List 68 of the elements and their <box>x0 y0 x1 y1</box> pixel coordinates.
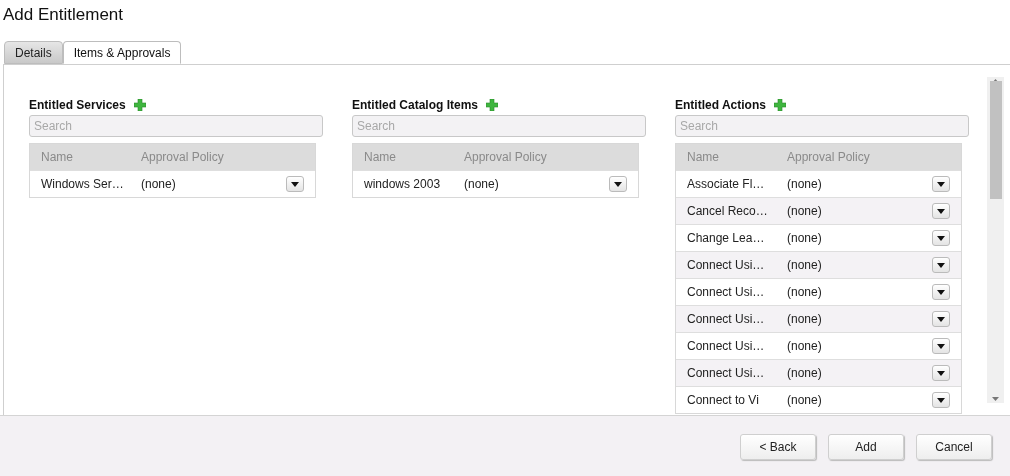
scroll-thumb[interactable] <box>989 81 1002 199</box>
dropdown-button[interactable] <box>932 176 950 192</box>
caret-icon <box>937 262 945 268</box>
table-cell-text: (none) <box>786 257 823 274</box>
caret-icon <box>937 370 945 376</box>
scroll-down-icon[interactable] <box>992 397 999 401</box>
table-cell-text: (none) <box>786 338 823 355</box>
plus-icon[interactable] <box>133 99 146 111</box>
search-field[interactable]: Search <box>29 115 323 137</box>
plus-icon[interactable] <box>486 99 499 111</box>
dropdown-button[interactable] <box>932 257 950 273</box>
column-header: Name <box>363 149 397 166</box>
table-cell-text: Associate Fl… <box>686 176 766 193</box>
caret-icon <box>614 181 622 187</box>
table-cell-text: Connect Usi… <box>686 338 766 355</box>
table-cell-text: Windows Ser… <box>40 176 125 193</box>
scrollbar[interactable] <box>987 77 1004 403</box>
table-cell-text: (none) <box>786 392 823 409</box>
caret-icon <box>937 343 945 349</box>
caret-icon <box>937 181 945 187</box>
plus-icon[interactable] <box>773 99 786 111</box>
section-title: Entitled Catalog Items <box>352 97 479 114</box>
table-cell-text: Connect to Vi <box>686 392 760 409</box>
column-header: Approval Policy <box>786 149 870 166</box>
table-cell-text: Connect Usi… <box>686 257 766 274</box>
table-cell-text: (none) <box>786 176 823 193</box>
dropdown-button[interactable] <box>286 176 304 192</box>
table-cell-text: (none) <box>786 284 823 301</box>
caret-icon <box>291 181 299 187</box>
column-header: Approval Policy <box>463 149 547 166</box>
search-field[interactable]: Search <box>675 115 969 137</box>
table-cell-text: (none) <box>786 230 823 247</box>
caret-icon <box>937 397 945 403</box>
dropdown-button[interactable] <box>932 284 950 300</box>
search-field[interactable]: Search <box>352 115 646 137</box>
section-title: Entitled Services <box>29 97 126 114</box>
window-title: Add Entitlement <box>3 4 124 26</box>
dropdown-button[interactable] <box>609 176 627 192</box>
dropdown-button[interactable] <box>932 365 950 381</box>
table-cell-text: windows 2003 <box>363 176 442 193</box>
dropdown-button[interactable] <box>932 338 950 354</box>
dropdown-button[interactable] <box>932 311 950 327</box>
dropdown-button[interactable] <box>932 230 950 246</box>
table-cell-text: (none) <box>786 311 823 328</box>
caret-icon <box>937 208 945 214</box>
column-header: Name <box>686 149 720 166</box>
column-header: Approval Policy <box>140 149 224 166</box>
tab[interactable]: Items & Approvals <box>62 41 182 64</box>
tab[interactable]: Details <box>4 41 63 64</box>
caret-icon <box>937 316 945 322</box>
column-header: Name <box>40 149 74 166</box>
table-cell-text: (none) <box>463 176 500 193</box>
dropdown-button[interactable] <box>932 203 950 219</box>
table-cell-text: Connect Usi… <box>686 365 766 382</box>
dialog-button[interactable]: Cancel <box>916 434 992 460</box>
caret-icon <box>937 289 945 295</box>
table-cell-text: (none) <box>140 176 177 193</box>
table-cell-text: (none) <box>786 365 823 382</box>
section-title: Entitled Actions <box>675 97 766 114</box>
dropdown-button[interactable] <box>932 392 950 408</box>
table-cell-text: Connect Usi… <box>686 284 766 301</box>
dialog-button[interactable]: < Back <box>740 434 816 460</box>
dialog-button[interactable]: Add <box>828 434 904 460</box>
caret-icon <box>937 235 945 241</box>
table-cell-text: Cancel Reco… <box>686 203 769 220</box>
table-cell-text: (none) <box>786 203 823 220</box>
table-cell-text: Change Lea… <box>686 230 766 247</box>
table-cell-text: Connect Usi… <box>686 311 766 328</box>
